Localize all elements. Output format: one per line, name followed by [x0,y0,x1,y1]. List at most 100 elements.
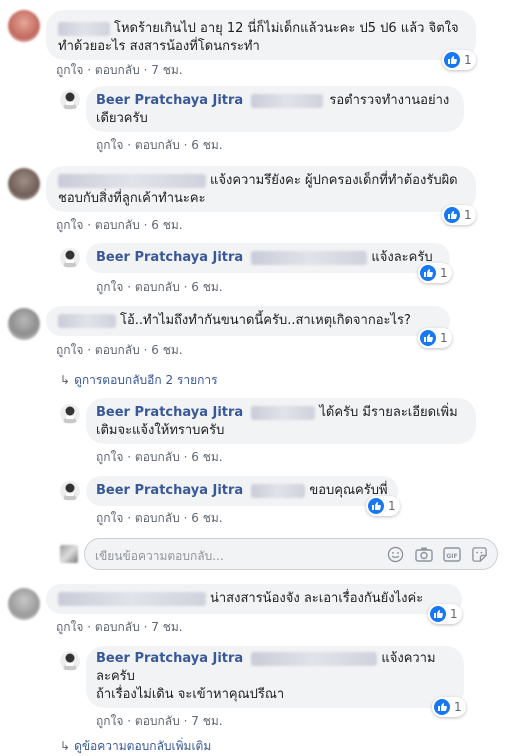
commenter-avatar[interactable] [8,10,40,42]
author-name[interactable]: Beer Pratchaya Jitra [96,250,243,265]
separator: · [127,138,132,152]
reply-bubble: Beer Pratchaya Jitra ขอบคุณครับพี่ [86,476,398,506]
like-button[interactable]: ถูกใจ [56,63,83,77]
reply-actions: ถูกใจ · ตอบกลับ · 6 ชม. [96,136,223,155]
reply-bubble: Beer Pratchaya Jitra แจ้งความ ละครับ ถ้า… [86,646,464,708]
reply-placeholder: เขียนข้อความตอบกลับ... [95,549,224,563]
commenter-avatar[interactable] [8,168,40,200]
blurred-name [58,173,206,188]
reply-bubble: Beer Pratchaya Jitra รอตำรวจทำงานอย่างเด… [86,86,464,132]
separator: · [127,280,132,294]
reply-button[interactable]: ตอบกลับ [95,63,140,77]
author-name[interactable]: Beer Pratchaya Jitra [96,651,243,666]
view-replies-label: ดูการตอบกลับอีก 2 รายการ [74,373,218,387]
comment-bubble: น่าสงสารน้องจัง ละเอาเรื่องกันยังไงค่ะ [46,584,462,614]
timestamp[interactable]: 6 ชม. [151,218,182,232]
timestamp[interactable]: 6 ชม. [151,343,182,357]
timestamp[interactable]: 6 ชม. [191,138,222,152]
separator: · [127,511,132,525]
separator: · [183,450,188,464]
timestamp[interactable]: 7 ชม. [151,620,182,634]
blurred-name [58,591,206,606]
timestamp[interactable]: 6 ชม. [191,511,222,525]
like-button[interactable]: ถูกใจ [56,620,83,634]
sticker-icon[interactable] [471,546,488,567]
reply-button[interactable]: ตอบกลับ [95,343,140,357]
reaction-count[interactable]: 1 [418,263,452,283]
comment-actions: ถูกใจ · ตอบกลับ · 6 ชม. [56,341,183,360]
reaction-count[interactable]: 1 [366,496,400,516]
author-name[interactable]: Beer Pratchaya Jitra [96,483,243,498]
reaction-count[interactable]: 1 [428,604,462,624]
timestamp[interactable]: 6 ชม. [191,450,222,464]
reaction-count[interactable]: 1 [418,328,452,348]
separator: · [143,63,148,77]
reply-button[interactable]: ตอบกลับ [135,280,180,294]
reaction-count[interactable]: 1 [442,50,476,70]
camera-icon[interactable] [415,546,433,567]
like-button[interactable]: ถูกใจ [96,450,123,464]
like-button[interactable]: ถูกใจ [96,511,123,525]
like-count: 1 [454,700,462,714]
separator: · [143,343,148,357]
separator: · [183,280,188,294]
like-button[interactable]: ถูกใจ [96,138,123,152]
reply-button[interactable]: ตอบกลับ [135,138,180,152]
beer-avatar[interactable] [60,248,80,268]
separator: · [143,620,148,634]
reply-button[interactable]: ตอบกลับ [95,218,140,232]
separator: · [183,714,188,728]
comment-bubble: โหดร้ายเกินไป อายุ 12 นี่ก็ไม่เด็กแล้วนะ… [46,10,476,60]
reply-text-line3: ถ้าเรื่องไม่เดิน จะเข้าหาคุณปรีณา [96,687,285,702]
reply-button[interactable]: ตอบกลับ [135,511,180,525]
like-button[interactable]: ถูกใจ [56,218,83,232]
reaction-count[interactable]: 1 [432,697,466,717]
person-icon [60,481,80,501]
reply-text-line2: ละครับ [96,669,135,684]
commenter-avatar[interactable] [8,308,40,340]
like-icon [430,606,446,622]
beer-avatar[interactable] [60,90,80,110]
like-button[interactable]: ถูกใจ [56,343,83,357]
reply-button[interactable]: ตอบกลับ [95,620,140,634]
separator: · [87,218,92,232]
comment-text: น่าสงสารน้องจัง ละเอาเรื่องกันยังไงค่ะ [210,591,424,606]
blurred-name [58,21,110,36]
timestamp[interactable]: 6 ชม. [191,280,222,294]
person-icon [60,90,80,110]
comment-text: โหดร้ายเกินไป อายุ 12 นี่ก็ไม่เด็กแล้วนะ… [58,21,459,54]
like-button[interactable]: ถูกใจ [96,280,123,294]
like-button[interactable]: ถูกใจ [96,714,123,728]
timestamp[interactable]: 7 ชม. [191,714,222,728]
my-avatar [60,545,78,563]
blurred-tag [251,93,324,108]
author-name[interactable]: Beer Pratchaya Jitra [96,405,243,420]
emoji-icon[interactable] [387,546,404,567]
commenter-avatar[interactable] [8,588,40,620]
separator: · [127,714,132,728]
reply-actions: ถูกใจ · ตอบกลับ · 7 ชม. [96,712,223,731]
comment-actions: ถูกใจ · ตอบกลับ · 7 ชม. [56,618,183,637]
svg-text:GIF: GIF [446,553,457,560]
timestamp[interactable]: 7 ชม. [151,63,182,77]
reply-arrow-icon: ↳ [60,739,71,753]
blurred-tag [251,405,316,420]
view-more-replies[interactable]: ↳ ดูการตอบกลับอีก 2 รายการ [60,371,218,390]
view-more-replies-bottom[interactable]: ↳ ดูข้อความตอบกลับเพิ่มเติม [60,737,211,756]
beer-avatar[interactable] [60,651,80,671]
reply-button[interactable]: ตอบกลับ [135,450,180,464]
reply-button[interactable]: ตอบกลับ [135,714,180,728]
reaction-count[interactable]: 1 [442,205,476,225]
like-icon [434,699,450,715]
author-name[interactable]: Beer Pratchaya Jitra [96,93,243,108]
gif-icon[interactable]: GIF [443,546,461,567]
reply-input[interactable]: เขียนข้อความตอบกลับ... GIF [84,538,498,570]
like-icon [420,265,436,281]
separator: · [143,218,148,232]
beer-avatar[interactable] [60,481,80,501]
reply-actions: ถูกใจ · ตอบกลับ · 6 ชม. [96,448,223,467]
comment-bubble: แจ้งความรึยังคะ ผู้ปกครองเด็กที่ทำต้องรั… [46,166,476,212]
reply-arrow-icon: ↳ [60,373,71,387]
beer-avatar[interactable] [60,404,80,424]
like-icon [368,498,384,514]
